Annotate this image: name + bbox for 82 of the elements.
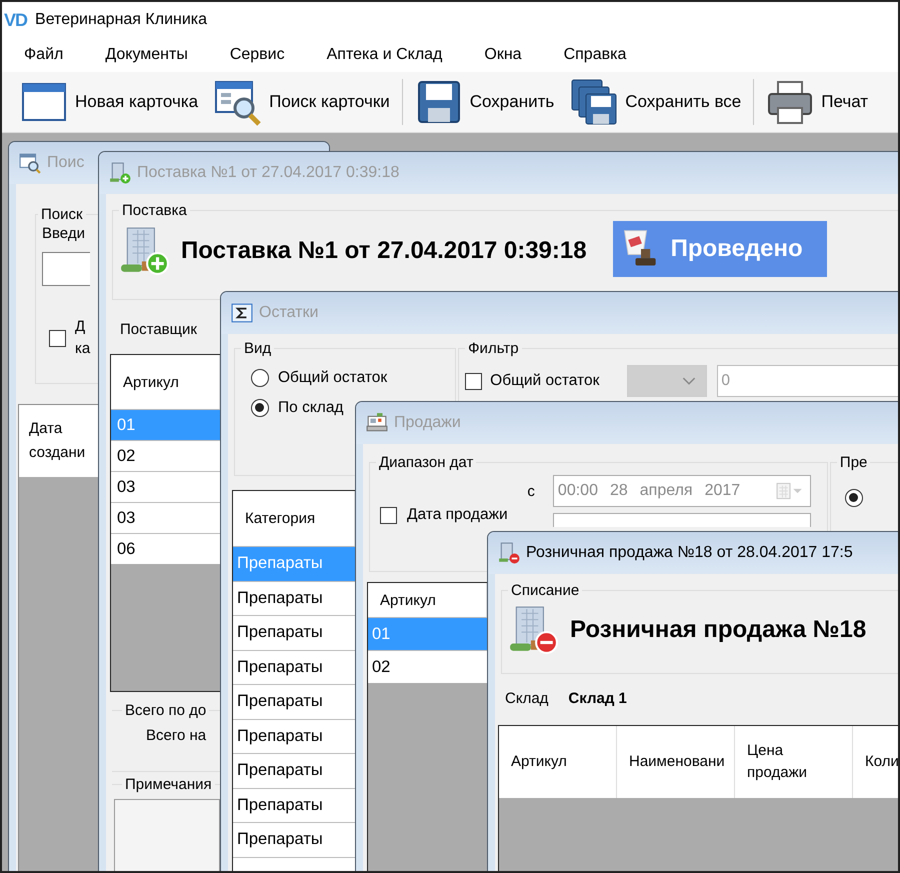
group-label: Вид: [243, 340, 272, 357]
checkbox-label: Дата продажи: [407, 506, 508, 524]
radio-label: По склад: [278, 399, 344, 417]
checkbox-label: Общий остаток: [490, 372, 600, 390]
menu-item[interactable]: Документы: [97, 42, 196, 68]
search-icon: [214, 78, 262, 126]
field-label: Склад: [505, 690, 548, 707]
grid-row[interactable]: Препараты: [233, 580, 355, 615]
checkbox[interactable]: [380, 507, 397, 524]
grid-row[interactable]: Препараты: [233, 718, 355, 753]
checkbox-label: Д: [75, 317, 86, 337]
grid-row[interactable]: Препараты: [233, 788, 355, 822]
column-header[interactable]: Артикул: [111, 355, 220, 409]
building-plus-icon: [109, 162, 131, 184]
app-logo: VD: [4, 10, 28, 30]
cash-register-icon: [366, 412, 388, 434]
group-label: Пре: [838, 454, 868, 471]
grid-row[interactable]: Препараты: [233, 822, 355, 856]
radio-button[interactable]: [251, 399, 269, 417]
grid-row[interactable]: Препараты: [233, 753, 355, 788]
building-plus-icon: [119, 226, 169, 276]
field-label: Введи: [42, 225, 86, 242]
column-header[interactable]: Дата создани: [19, 405, 98, 477]
checkbox-label: ка: [75, 339, 90, 359]
field-label: с: [527, 482, 535, 500]
menu-item[interactable]: Аптека и Склад: [318, 42, 450, 68]
grid-row[interactable]: 06: [111, 533, 220, 564]
document-heading: Розничная продажа №18: [570, 616, 866, 644]
toolbar-button[interactable]: Новая карточка: [12, 75, 206, 129]
document-heading: Поставка №1 от 27.04.2017 0:39:18: [181, 237, 587, 265]
checkbox[interactable]: [49, 330, 66, 346]
month-value: апреля: [640, 482, 693, 500]
radio-label: Общий остаток: [278, 369, 388, 387]
menu-item[interactable]: Файл: [16, 42, 72, 68]
chevron-down-icon: [682, 376, 696, 386]
radio-button[interactable]: [251, 369, 269, 387]
group-label: Всего по до: [124, 702, 208, 719]
toolbar-button[interactable]: Сохранить: [406, 75, 562, 129]
column-header[interactable]: Категория: [233, 491, 355, 546]
search-icon: [19, 152, 41, 174]
group-label: Списание: [510, 582, 580, 599]
field-label: Всего на: [146, 727, 206, 744]
group-label: Фильтр: [467, 340, 520, 357]
checkbox[interactable]: [465, 372, 482, 390]
warehouse-value: Склад 1: [568, 690, 627, 707]
window-title: Остатки: [259, 304, 318, 322]
date-field[interactable]: [552, 513, 811, 527]
building-minus-icon: [498, 542, 520, 564]
window-title: Поис: [47, 154, 84, 172]
grid-row[interactable]: 02: [368, 650, 487, 683]
search-field[interactable]: [42, 252, 90, 286]
window-title: Розничная продажа №18 от 28.04.2017 17:5: [526, 544, 853, 562]
building-minus-icon: [508, 605, 558, 655]
group-label: Примечания: [124, 776, 213, 793]
menu-item[interactable]: Справка: [556, 42, 634, 68]
menu-item[interactable]: Окна: [476, 42, 530, 68]
window-title: Продажи: [394, 414, 461, 432]
printer-icon: [766, 78, 814, 126]
column-header[interactable]: Артикул: [368, 583, 487, 617]
day-value: 28: [610, 482, 628, 500]
grid-row[interactable]: 03: [111, 471, 220, 502]
grid-row[interactable]: Препараты: [233, 650, 355, 684]
group-label: Поставка: [121, 202, 188, 219]
group-label: Диапазон дат: [378, 454, 474, 471]
grid-row[interactable]: 02: [111, 440, 220, 471]
window-title: Ветеринарная Клиника: [35, 11, 208, 29]
grid-row[interactable]: 03: [111, 502, 220, 533]
grid-row[interactable]: Препараты: [233, 684, 355, 718]
toolbar-button[interactable]: Сохранить все: [562, 75, 750, 129]
sigma-icon: [231, 302, 253, 324]
floppy-disks-icon: [570, 78, 618, 126]
time-value: 00:00: [558, 482, 598, 500]
window-title: Поставка №1 от 27.04.2017 0:39:18: [137, 164, 400, 182]
toolbar-button[interactable]: Печат: [758, 75, 876, 129]
toolbar-button[interactable]: Поиск карточки: [206, 75, 398, 129]
year-value: 2017: [704, 482, 740, 500]
group-label: Поиск: [40, 206, 84, 223]
calendar-icon: [776, 482, 804, 500]
menu-item[interactable]: Сервис: [222, 42, 293, 68]
radio-button[interactable]: [844, 489, 863, 507]
grid-row[interactable]: Препараты: [233, 615, 355, 650]
field-label: Поставщик: [120, 321, 198, 338]
